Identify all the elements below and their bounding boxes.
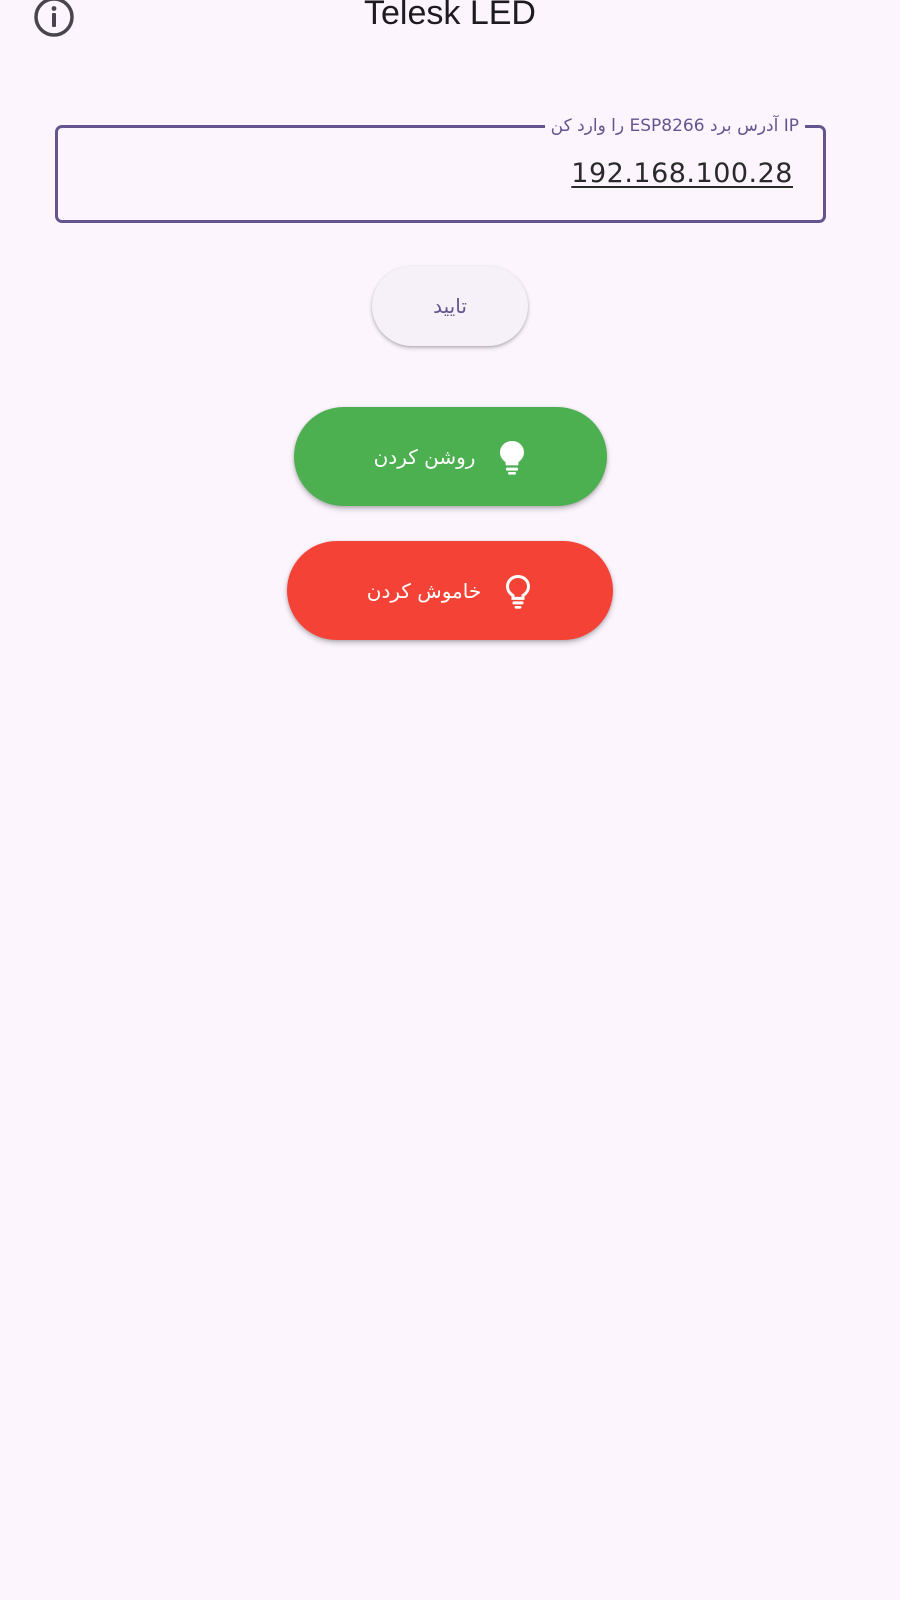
turn-on-button[interactable]: روشن کردن (294, 407, 607, 506)
lightbulb-outline-icon (506, 574, 531, 609)
app-title: Telesk LED (364, 0, 536, 32)
turn-off-button[interactable]: خاموش کردن (287, 541, 613, 640)
turn-off-label: خاموش کردن (366, 578, 482, 603)
ip-field-label: IP آدرس برد ESP8266 را وارد کن (544, 114, 805, 138)
ip-address-field[interactable]: IP آدرس برد ESP8266 را وارد کن 192.168.1… (55, 114, 826, 223)
confirm-button[interactable]: تایید (372, 266, 528, 346)
app-bar: Telesk LED (0, 0, 900, 40)
ip-address-input[interactable]: 192.168.100.28 (571, 158, 793, 189)
turn-on-label: روشن کردن (373, 444, 476, 469)
confirm-button-label: تایید (433, 294, 467, 318)
lightbulb-filled-icon (500, 440, 525, 475)
